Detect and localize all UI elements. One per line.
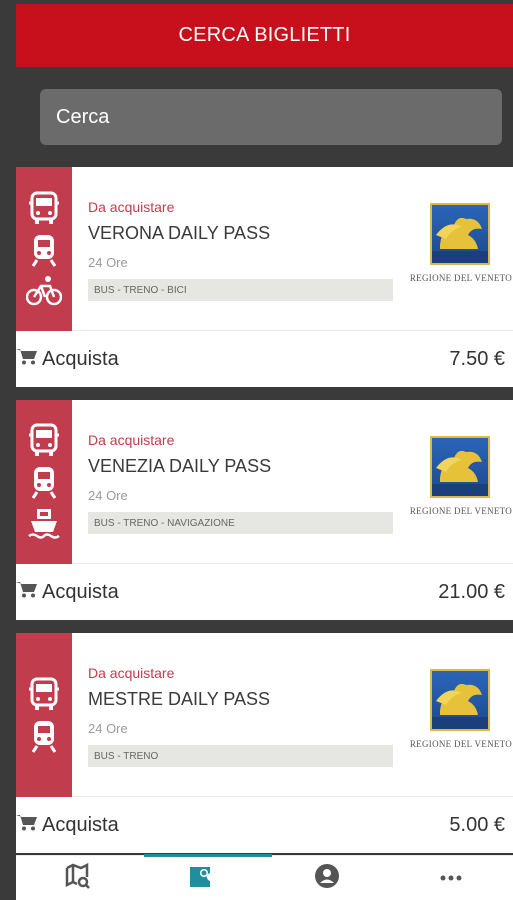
ticket-status: Da acquistare	[88, 432, 175, 448]
regione-veneto-logo: REGIONE DEL VENETO	[408, 669, 513, 761]
bus-icon	[29, 191, 59, 225]
ticket-title: VERONA DAILY PASS	[88, 223, 271, 243]
ticket-price: 7.50 €	[449, 347, 505, 370]
transport-mode-strip	[16, 633, 72, 797]
transport-mode-strip	[16, 167, 72, 331]
lion-shield-icon	[430, 203, 490, 265]
ticket-duration: 24 Ore	[88, 488, 128, 503]
ticket-title: VENEZIA DAILY PASS	[88, 456, 272, 476]
transport-mode-strip	[16, 400, 72, 564]
bottom-tab-bar	[16, 854, 513, 900]
ticket-list: Da acquistare VERONA DAILY PASS 24 Ore B…	[16, 167, 513, 853]
ticket-duration: 24 Ore	[88, 255, 128, 270]
search-input[interactable]: Cerca	[40, 89, 502, 145]
ticket-info: Da acquistare VENEZIA DAILY PASS 24 Ore …	[88, 400, 408, 564]
ticket-card-body[interactable]: Da acquistare MESTRE DAILY PASS 24 Ore B…	[16, 633, 513, 797]
buy-button[interactable]: Acquista	[16, 813, 119, 837]
cart-icon	[16, 813, 38, 837]
transport-modes-tag: BUS - TRENO - NAVIGAZIONE	[88, 512, 393, 534]
issuer-caption: REGIONE DEL VENETO	[409, 739, 513, 749]
buy-label: Acquista	[42, 813, 119, 836]
ticket-footer: Acquista 7.50 €	[16, 331, 513, 387]
ticket-card-venezia[interactable]: Da acquistare VENEZIA DAILY PASS 24 Ore …	[16, 400, 513, 620]
bicycle-icon	[26, 275, 62, 307]
ticket-search-icon	[188, 863, 216, 894]
ticket-card-body[interactable]: Da acquistare VENEZIA DAILY PASS 24 Ore …	[16, 400, 513, 564]
cart-icon	[16, 347, 38, 371]
card-separator	[16, 620, 513, 633]
tab-account[interactable]	[297, 856, 357, 900]
issuer-caption: REGIONE DEL VENETO	[409, 506, 513, 516]
ticket-status: Da acquistare	[88, 199, 175, 215]
ticket-price: 21.00 €	[438, 580, 505, 603]
ferry-icon	[28, 507, 60, 541]
ticket-status: Da acquistare	[88, 665, 175, 681]
more-icon	[439, 869, 463, 887]
ticket-footer: Acquista 5.00 €	[16, 797, 513, 853]
ticket-card-body[interactable]: Da acquistare VERONA DAILY PASS 24 Ore B…	[16, 167, 513, 331]
account-icon	[314, 863, 340, 894]
tab-map[interactable]	[48, 856, 108, 900]
ticket-price: 5.00 €	[449, 813, 505, 836]
tab-ticket-search[interactable]	[172, 856, 232, 900]
buy-button[interactable]: Acquista	[16, 347, 119, 371]
tab-more[interactable]	[421, 856, 481, 900]
transport-modes-tag: BUS - TRENO	[88, 745, 393, 767]
ticket-card-verona[interactable]: Da acquistare VERONA DAILY PASS 24 Ore B…	[16, 167, 513, 387]
ticket-footer: Acquista 21.00 €	[16, 564, 513, 620]
transport-modes-tag: BUS - TRENO - BICI	[88, 279, 393, 301]
regione-veneto-logo: REGIONE DEL VENETO	[408, 203, 513, 295]
buy-label: Acquista	[42, 347, 119, 370]
ticket-info: Da acquistare VERONA DAILY PASS 24 Ore B…	[88, 167, 408, 331]
map-search-icon	[65, 862, 91, 894]
lion-shield-icon	[430, 436, 490, 498]
cart-icon	[16, 580, 38, 604]
lion-shield-icon	[430, 669, 490, 731]
ticket-duration: 24 Ore	[88, 721, 128, 736]
buy-label: Acquista	[42, 580, 119, 603]
train-icon	[31, 233, 57, 267]
train-icon	[31, 465, 57, 499]
regione-veneto-logo: REGIONE DEL VENETO	[408, 436, 513, 528]
search-bar-container: Cerca	[16, 67, 513, 167]
train-icon	[31, 719, 57, 753]
ticket-card-mestre[interactable]: Da acquistare MESTRE DAILY PASS 24 Ore B…	[16, 633, 513, 853]
page-title: CERCA BIGLIETTI	[178, 24, 351, 46]
ticket-title: MESTRE DAILY PASS	[88, 689, 271, 709]
bus-icon	[29, 677, 59, 711]
buy-button[interactable]: Acquista	[16, 580, 119, 604]
ticket-info: Da acquistare MESTRE DAILY PASS 24 Ore B…	[88, 633, 408, 797]
card-separator	[16, 387, 513, 400]
search-placeholder: Cerca	[56, 105, 110, 128]
app-header: CERCA BIGLIETTI	[16, 4, 513, 67]
issuer-caption: REGIONE DEL VENETO	[409, 273, 513, 283]
bus-icon	[29, 423, 59, 457]
